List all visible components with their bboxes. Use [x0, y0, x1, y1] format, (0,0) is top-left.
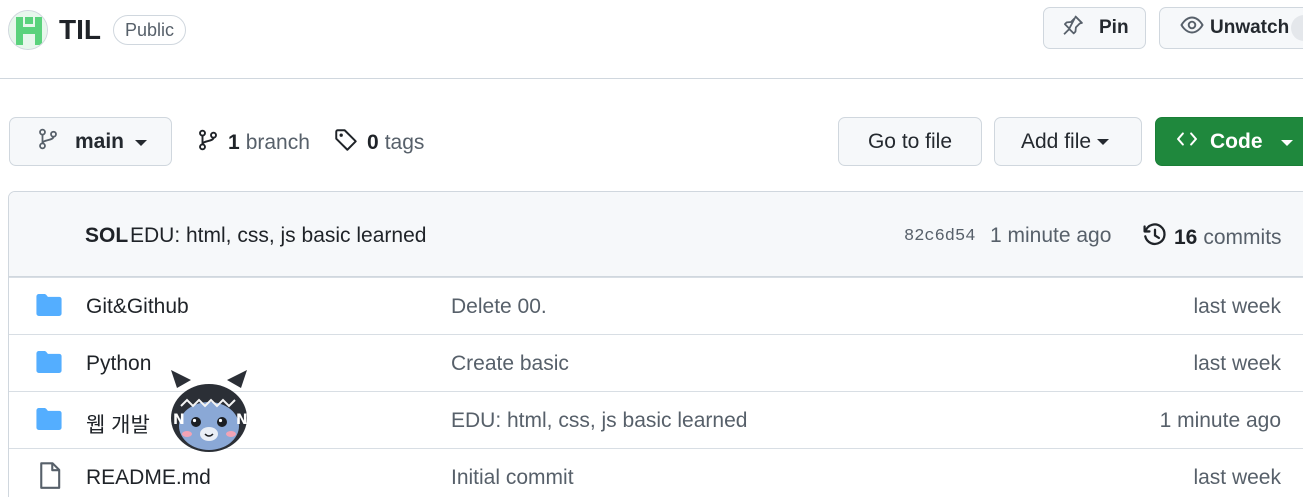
file-name-link[interactable]: Python	[86, 352, 151, 376]
branch-name: main	[75, 129, 125, 153]
chevron-down-icon	[1280, 140, 1293, 146]
history-icon	[1142, 222, 1168, 254]
branches-link[interactable]: 1 branch	[197, 128, 310, 158]
file-commit-link[interactable]: Initial commit	[451, 466, 574, 490]
file-time: last week	[1193, 352, 1281, 375]
commit-sha-link[interactable]: 82c6d54	[904, 227, 975, 246]
file-icon	[39, 462, 61, 495]
file-name-link[interactable]: 웹 개발	[86, 409, 150, 439]
chevron-down-icon	[1097, 138, 1110, 145]
tag-count: 0	[367, 131, 379, 154]
latest-commit-bar: SOL EDU: html, css, js basic learned 82c…	[9, 192, 1303, 277]
eye-icon	[1180, 13, 1204, 43]
commit-message-link[interactable]: EDU: html, css, js basic learned	[130, 224, 426, 248]
commit-time: 1 minute ago	[990, 224, 1112, 247]
branch-select-button[interactable]: main	[9, 117, 172, 166]
branch-count: 1	[228, 131, 240, 154]
code-icon	[1175, 128, 1199, 156]
file-time: last week	[1193, 295, 1281, 318]
pin-button[interactable]: Pin	[1043, 7, 1146, 49]
cat-sticker: N N	[163, 368, 255, 456]
git-branch-icon	[37, 128, 59, 156]
file-name-link[interactable]: Git&Github	[86, 295, 189, 319]
file-row[interactable]: Git&Github Delete 00. last week	[9, 277, 1303, 335]
folder-icon	[36, 294, 62, 321]
visibility-badge: Public	[113, 15, 187, 45]
chevron-down-icon	[135, 140, 148, 146]
identicon-icon	[9, 11, 47, 49]
go-to-file-label: Go to file	[867, 129, 953, 153]
pin-label: Pin	[1099, 17, 1129, 38]
svg-text:N: N	[236, 412, 248, 428]
unwatch-button[interactable]: Unwatch	[1159, 7, 1303, 49]
tags-link[interactable]: 0 tags	[334, 128, 424, 158]
commit-author-link[interactable]: SOL	[85, 224, 128, 248]
file-commit-link[interactable]: Create basic	[451, 352, 569, 376]
code-label: Code	[1210, 129, 1263, 153]
branch-label: branch	[245, 131, 310, 154]
repo-name-link[interactable]: TIL	[59, 14, 101, 46]
svg-text:N: N	[173, 412, 185, 428]
pin-icon	[1062, 14, 1084, 42]
git-branch-icon	[197, 128, 219, 158]
file-commit-link[interactable]: Delete 00.	[451, 295, 547, 319]
folder-icon	[36, 351, 62, 378]
add-file-button[interactable]: Add file	[994, 117, 1142, 166]
file-commit-link[interactable]: EDU: html, css, js basic learned	[451, 409, 747, 433]
repo-header: TIL Public Pin Unwatch	[0, 0, 1303, 79]
file-time: last week	[1193, 466, 1281, 489]
commits-history-link[interactable]: 16 commits	[1142, 222, 1282, 254]
tag-label: tags	[384, 131, 425, 154]
file-time: 1 minute ago	[1159, 409, 1281, 432]
avatar[interactable]	[8, 10, 48, 50]
code-button[interactable]: Code	[1155, 117, 1303, 166]
file-name-link[interactable]: README.md	[86, 466, 211, 490]
folder-icon	[36, 408, 62, 435]
commit-count: 16	[1174, 226, 1198, 249]
commits-label: commits	[1203, 226, 1282, 249]
add-file-label: Add file	[1021, 129, 1092, 153]
go-to-file-button[interactable]: Go to file	[838, 117, 982, 166]
tag-icon	[334, 128, 358, 158]
unwatch-label: Unwatch	[1210, 17, 1290, 38]
